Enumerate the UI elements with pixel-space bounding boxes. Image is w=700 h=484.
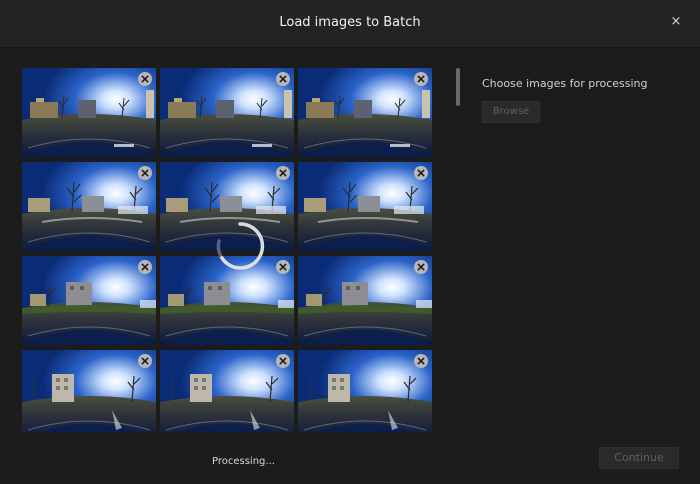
image-thumbnail[interactable] — [22, 68, 156, 157]
panorama-image — [160, 68, 294, 157]
dialog-title: Load images to Batch — [279, 15, 421, 30]
remove-image-icon[interactable] — [138, 354, 152, 368]
image-thumbnail[interactable] — [298, 68, 432, 157]
choose-images-label: Choose images for processing — [482, 77, 648, 90]
panorama-image — [22, 350, 156, 432]
panorama-image — [298, 162, 432, 251]
load-images-dialog: Load images to Batch × Choose images for… — [0, 0, 700, 484]
loading-spinner-icon — [216, 222, 265, 270]
remove-image-icon[interactable] — [276, 354, 290, 368]
image-thumbnail[interactable] — [22, 256, 156, 345]
close-icon[interactable]: × — [668, 13, 684, 31]
image-thumbnail[interactable] — [298, 350, 432, 432]
title-bar: Load images to Batch × — [0, 0, 700, 48]
image-thumbnail[interactable] — [298, 256, 432, 345]
image-thumbnail[interactable] — [298, 162, 432, 251]
remove-image-icon[interactable] — [276, 72, 290, 86]
panorama-image — [298, 256, 432, 345]
panorama-image — [22, 256, 156, 345]
remove-image-icon[interactable] — [138, 166, 152, 180]
remove-image-icon[interactable] — [276, 260, 290, 274]
remove-image-icon[interactable] — [138, 72, 152, 86]
remove-image-icon[interactable] — [414, 166, 428, 180]
image-thumbnail[interactable] — [160, 350, 294, 432]
remove-image-icon[interactable] — [414, 354, 428, 368]
panorama-image — [160, 350, 294, 432]
remove-image-icon[interactable] — [414, 72, 428, 86]
panel-scrollbar[interactable] — [456, 68, 460, 106]
remove-image-icon[interactable] — [276, 166, 290, 180]
remove-image-icon[interactable] — [138, 260, 152, 274]
panorama-image — [298, 68, 432, 157]
panorama-image — [22, 162, 156, 251]
panorama-image — [22, 68, 156, 157]
browse-button[interactable]: Browse — [482, 101, 540, 123]
continue-button[interactable]: Continue — [599, 447, 679, 469]
processing-status: Processing... — [212, 456, 275, 467]
image-thumbnail[interactable] — [160, 68, 294, 157]
panorama-image — [298, 350, 432, 432]
image-thumbnail[interactable] — [22, 350, 156, 432]
remove-image-icon[interactable] — [414, 260, 428, 274]
image-thumbnail[interactable] — [22, 162, 156, 251]
